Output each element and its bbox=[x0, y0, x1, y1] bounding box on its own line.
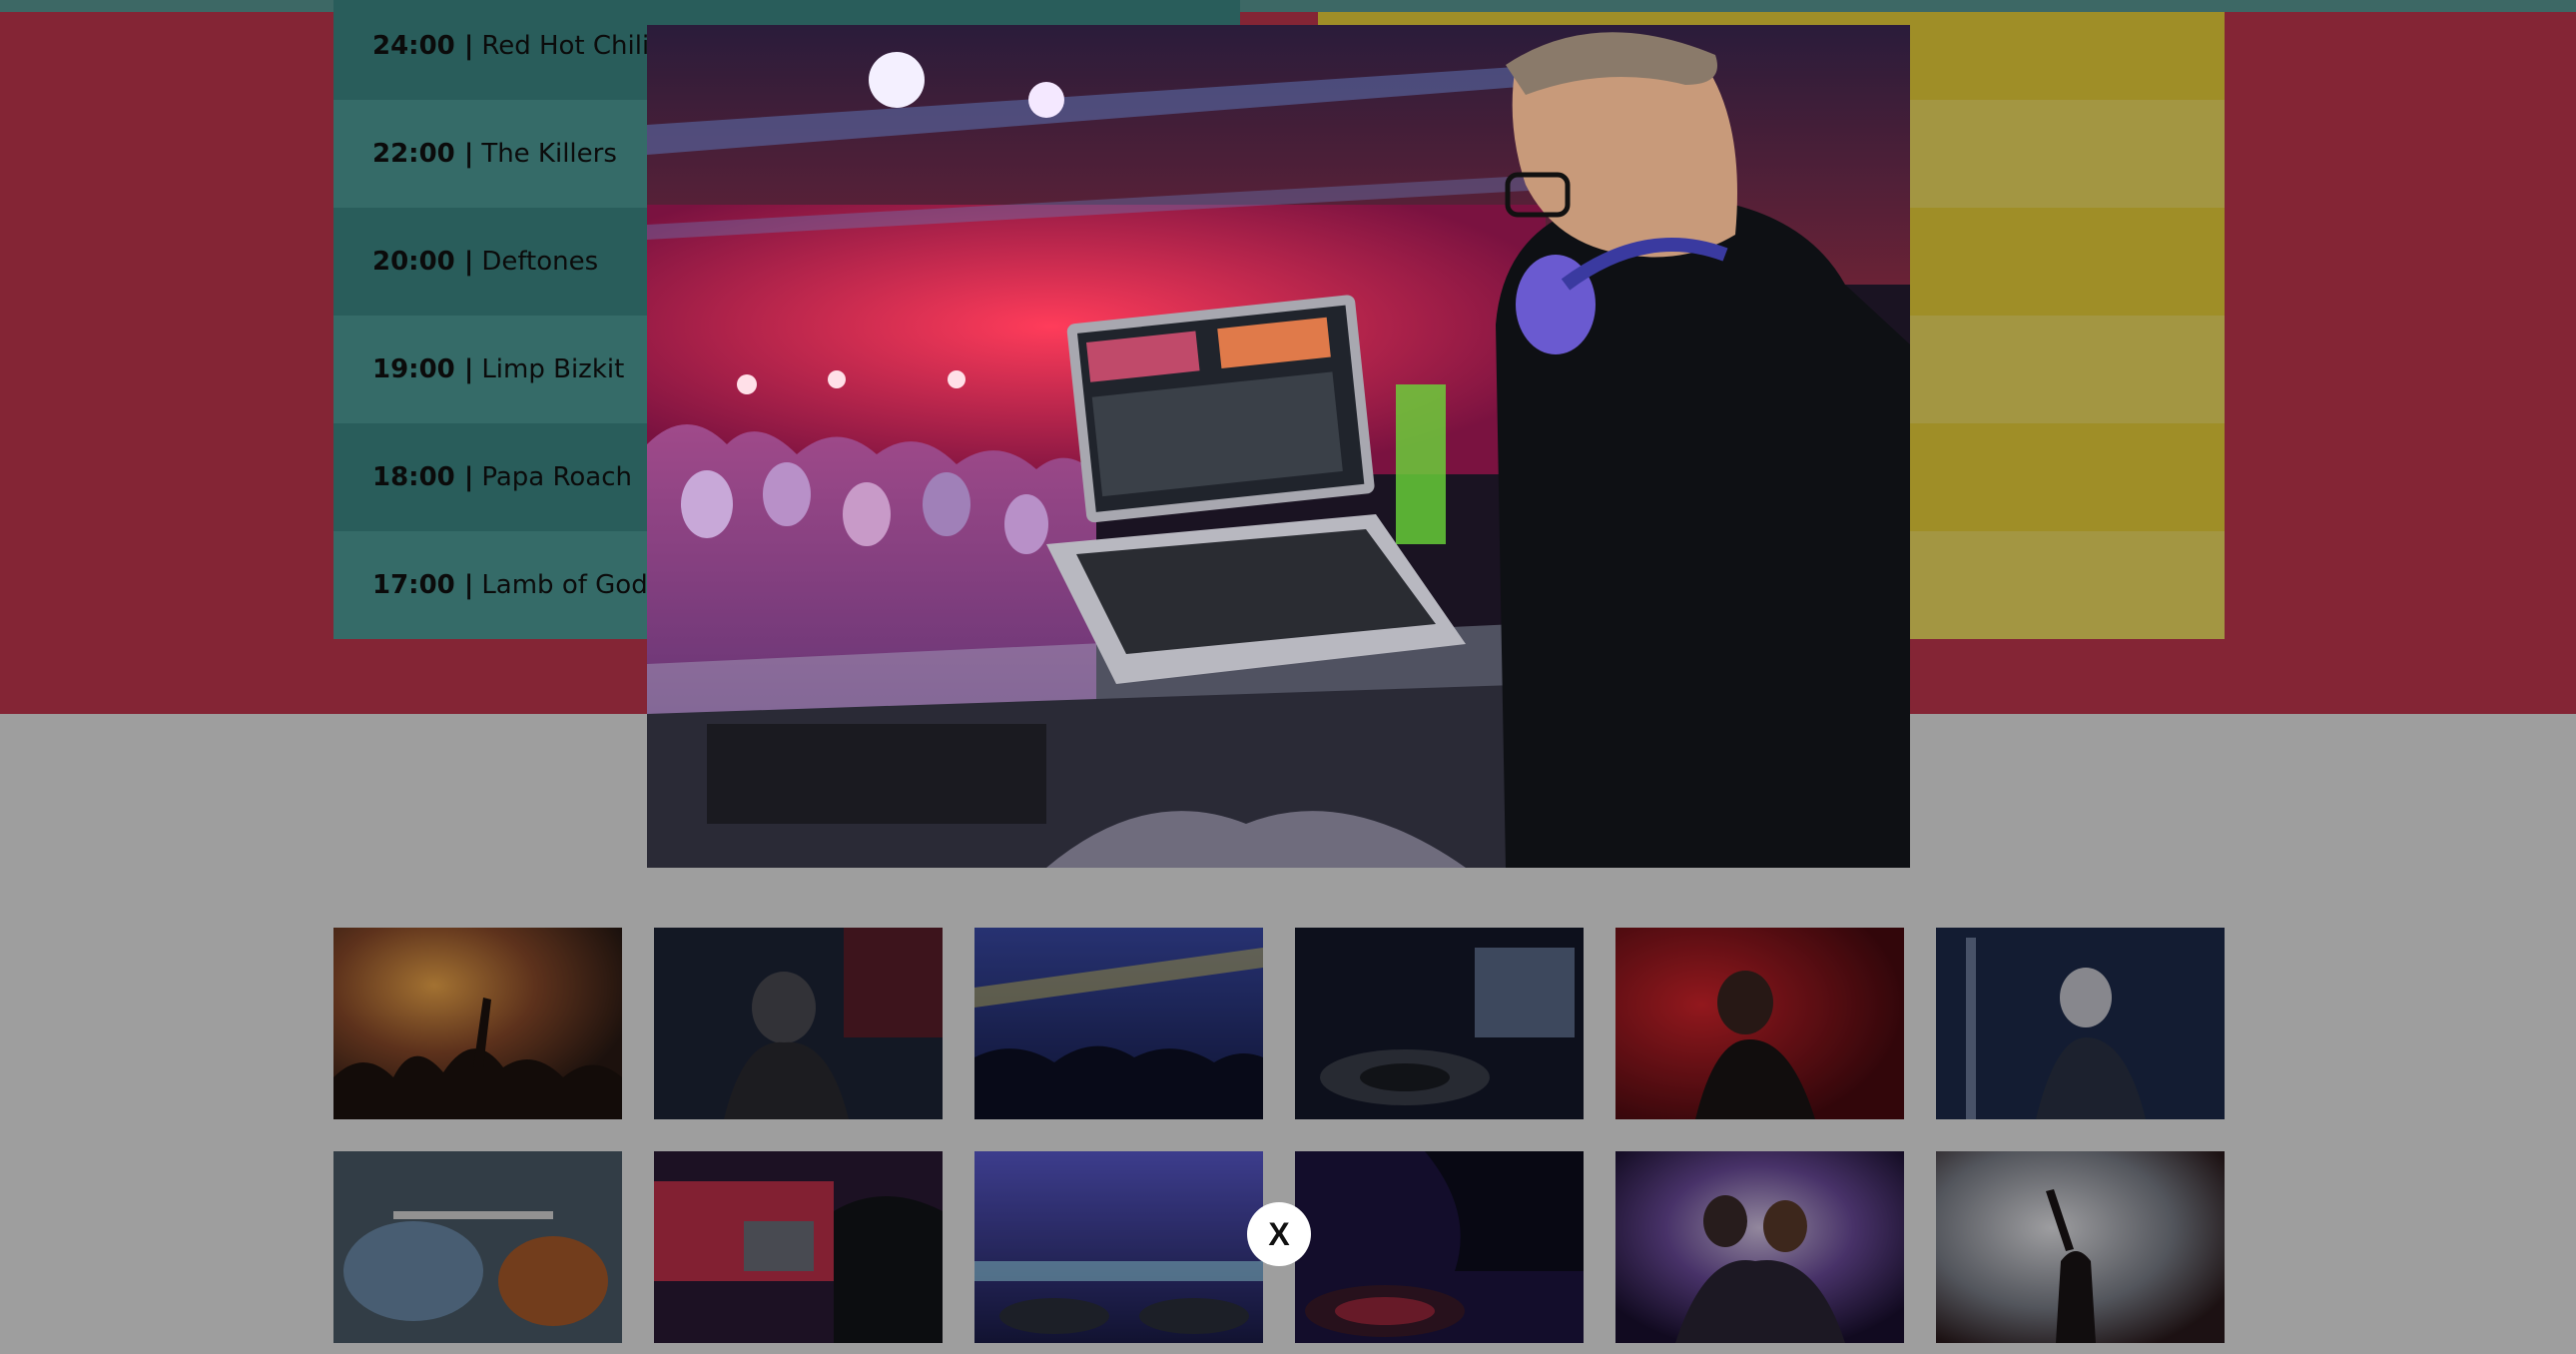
lightbox-image bbox=[647, 25, 1910, 868]
lightbox-close-button[interactable]: X bbox=[1247, 1202, 1311, 1266]
